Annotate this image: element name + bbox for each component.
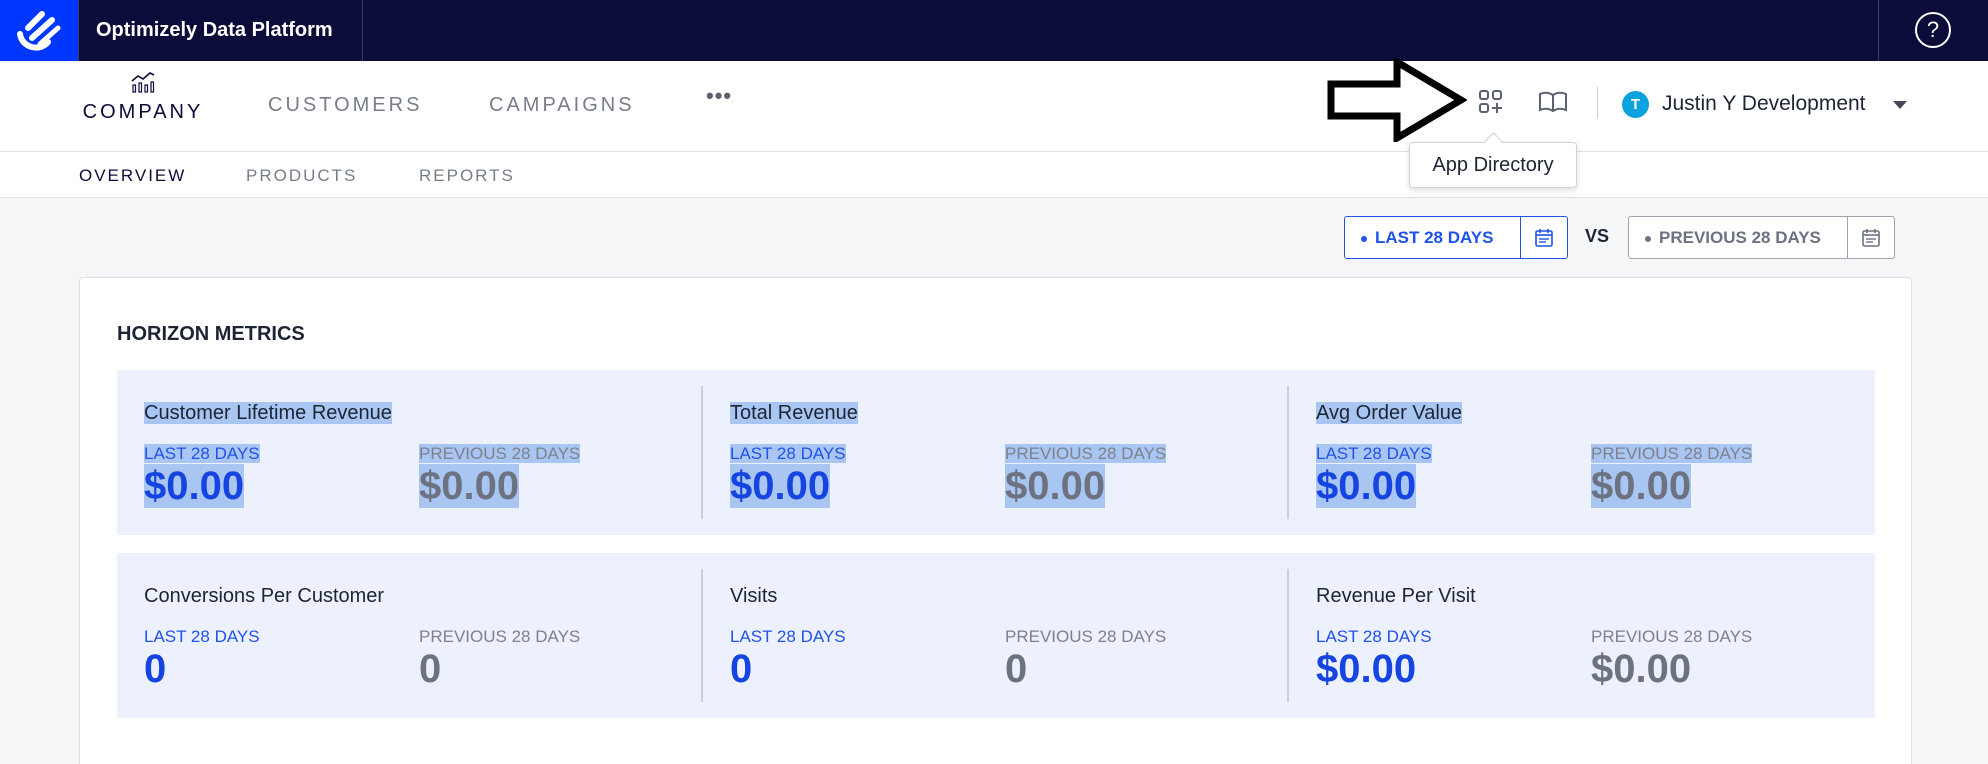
metric-previous-value: 0	[1005, 647, 1028, 691]
metric-current-value: $0.00	[730, 464, 831, 508]
metric-current-value: $0.00	[1316, 647, 1417, 691]
metric-previous-label: PREVIOUS 28 DAYS	[419, 627, 581, 646]
nav-customers[interactable]: CUSTOMERS	[268, 94, 422, 117]
previous-date-label[interactable]: PREVIOUS 28 DAYS	[1645, 217, 1821, 258]
calendar-button[interactable]	[1520, 217, 1566, 258]
metric-previous-label: PREVIOUS 28 DAYS	[1591, 444, 1753, 463]
previous-date-text: PREVIOUS 28 DAYS	[1659, 228, 1821, 247]
metric-avg-order-value: Avg Order Value LAST 28 DAYS $0.00 PREVIO…	[1287, 386, 1873, 519]
metric-current-value: $0.00	[144, 464, 245, 508]
optimizely-logo-icon	[17, 11, 61, 51]
tab-reports[interactable]: REPORTS	[419, 166, 515, 186]
metric-current-label: LAST 28 DAYS	[730, 627, 846, 646]
metric-title: Customer Lifetime Revenue	[144, 402, 392, 424]
metric-current-label: LAST 28 DAYS	[144, 627, 260, 646]
main-nav: COMPANY CUSTOMERS CAMPAIGNS ••• T Justin…	[0, 61, 1988, 152]
metric-title: Avg Order Value	[1316, 402, 1463, 424]
nav-more-button[interactable]: •••	[706, 83, 732, 109]
metric-revenue-per-visit: Revenue Per Visit LAST 28 DAYS $0.00 PREV…	[1287, 569, 1873, 702]
top-bar: Optimizely Data Platform ?	[0, 0, 1988, 61]
metric-current-label: LAST 28 DAYS	[144, 444, 260, 463]
bar-chart-icon	[131, 72, 155, 93]
book-icon[interactable]	[1538, 91, 1568, 113]
metric-title: Total Revenue	[730, 402, 858, 424]
horizon-metrics-card: HORIZON METRICS Customer Lifetime Revenu…	[79, 277, 1912, 764]
nav-company[interactable]: COMPANY	[78, 71, 208, 124]
nav-campaigns[interactable]: CAMPAIGNS	[489, 94, 635, 117]
avatar[interactable]: T	[1622, 91, 1649, 118]
dot-icon	[1645, 235, 1651, 242]
current-date-range[interactable]: LAST 28 DAYS	[1344, 216, 1568, 259]
metric-previous-label: PREVIOUS 28 DAYS	[1005, 627, 1167, 646]
dot-icon	[1361, 235, 1367, 242]
divider	[1878, 0, 1879, 61]
calendar-icon	[1535, 229, 1553, 247]
metric-previous-label: PREVIOUS 28 DAYS	[1591, 627, 1753, 646]
metric-row: Conversions Per Customer LAST 28 DAYS 0 P…	[117, 553, 1875, 718]
metric-current-label: LAST 28 DAYS	[1316, 627, 1432, 646]
metric-title: Conversions Per Customer	[144, 585, 385, 607]
tab-products[interactable]: PRODUCTS	[246, 166, 357, 186]
metric-current-value: $0.00	[1316, 464, 1417, 508]
current-date-text: LAST 28 DAYS	[1375, 228, 1494, 247]
tab-overview[interactable]: OVERVIEW	[79, 166, 186, 186]
metric-customer-lifetime-revenue: Customer Lifetime Revenue LAST 28 DAYS $0…	[117, 386, 703, 519]
metric-visits: Visits LAST 28 DAYS 0 PREVIOUS 28 DAYS 0	[701, 569, 1287, 702]
metric-title: Visits	[730, 585, 778, 607]
metric-total-revenue: Total Revenue LAST 28 DAYS $0.00 PREVIOUS…	[701, 386, 1287, 519]
divider	[1597, 87, 1598, 119]
metric-row: Customer Lifetime Revenue LAST 28 DAYS $0…	[117, 370, 1875, 535]
sub-nav: OVERVIEW PRODUCTS REPORTS	[0, 152, 1988, 198]
metric-title: Revenue Per Visit	[1316, 585, 1476, 607]
metric-current-label: LAST 28 DAYS	[730, 444, 846, 463]
metric-previous-label: PREVIOUS 28 DAYS	[419, 444, 581, 463]
current-date-label[interactable]: LAST 28 DAYS	[1361, 217, 1493, 258]
calendar-button[interactable]	[1847, 217, 1893, 258]
previous-date-range[interactable]: PREVIOUS 28 DAYS	[1628, 216, 1895, 259]
metric-previous-value: $0.00	[1591, 647, 1692, 691]
logo[interactable]	[0, 0, 79, 61]
card-title: HORIZON METRICS	[117, 323, 305, 345]
vs-label: VS	[1585, 226, 1610, 246]
metric-current-value: 0	[144, 647, 167, 691]
app-directory-icon[interactable]	[1478, 89, 1504, 115]
metric-previous-value: $0.00	[1005, 464, 1106, 508]
nav-company-label: COMPANY	[82, 101, 204, 123]
metric-previous-value: $0.00	[419, 464, 520, 508]
metric-current-value: 0	[730, 647, 753, 691]
metric-current-label: LAST 28 DAYS	[1316, 444, 1432, 463]
app-directory-tooltip: App Directory	[1409, 142, 1577, 188]
arrow-pointer-icon	[1327, 58, 1467, 142]
metric-conversions-per-customer: Conversions Per Customer LAST 28 DAYS 0 P…	[117, 569, 703, 702]
calendar-icon	[1862, 229, 1880, 247]
metric-previous-value: 0	[419, 647, 442, 691]
org-name[interactable]: Justin Y Development	[1662, 92, 1866, 116]
help-button[interactable]: ?	[1915, 12, 1951, 48]
metric-previous-value: $0.00	[1591, 464, 1692, 508]
chevron-down-icon[interactable]	[1893, 101, 1907, 109]
metric-previous-label: PREVIOUS 28 DAYS	[1005, 444, 1167, 463]
app-title[interactable]: Optimizely Data Platform	[79, 0, 363, 61]
